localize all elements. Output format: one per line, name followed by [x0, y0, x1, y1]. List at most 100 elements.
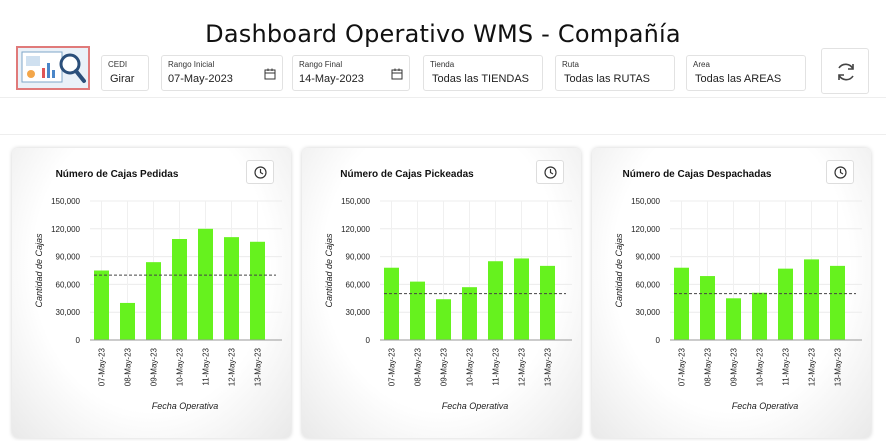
tienda-value: Todas las TIENDAS	[432, 73, 530, 85]
bar	[540, 265, 555, 340]
plot-area	[90, 200, 282, 341]
y-axis-title: Cantidad de Cajas	[614, 233, 624, 308]
ruta-label: Ruta	[562, 60, 579, 69]
y-tick-label: 0	[366, 336, 371, 345]
bar	[198, 228, 213, 340]
filter-band	[0, 97, 886, 135]
plot-area	[380, 200, 572, 341]
rango-final-value: 14-May-2023	[299, 73, 364, 85]
x-tick-label: 12-May-23	[228, 347, 237, 386]
area-label: Area	[693, 60, 710, 69]
plot-area	[670, 200, 862, 341]
y-tick-label: 60,000	[346, 280, 371, 289]
x-tick-label: 07-May-23	[98, 347, 107, 386]
y-tick-label: 150,000	[341, 197, 370, 206]
bar	[250, 241, 265, 340]
x-tick-label: 11-May-23	[782, 347, 791, 385]
x-tick-label: 08-May-23	[704, 347, 713, 386]
bar	[120, 302, 135, 340]
x-tick-label: 13-May-23	[544, 347, 553, 386]
x-tick-label: 12-May-23	[518, 347, 527, 386]
area-select[interactable]: Area Todas las AREAS	[686, 55, 806, 91]
ruta-value: Todas las RUTAS	[564, 73, 650, 85]
y-tick-label: 150,000	[631, 197, 660, 206]
y-tick-label: 150,000	[51, 197, 80, 206]
bar	[830, 265, 845, 340]
cedi-value: Girar	[110, 73, 135, 85]
bar	[94, 270, 109, 340]
bar	[804, 259, 819, 340]
bar	[726, 298, 741, 340]
analytics-magnifier-icon	[16, 46, 90, 90]
chart-panel-pickeadas: Número de Cajas Pickeadas 0 30,000 60,000 9…	[302, 148, 581, 438]
bar	[778, 268, 793, 340]
bar	[752, 292, 767, 340]
x-tick-label: 09-May-23	[730, 347, 739, 386]
x-tick-label: 10-May-23	[176, 347, 185, 386]
x-axis-title: Fecha Operativa	[732, 401, 799, 411]
page-title: Dashboard Operativo WMS - Compañía	[205, 20, 681, 48]
tienda-label: Tienda	[430, 60, 455, 69]
bar	[488, 261, 503, 340]
x-tick-label: 13-May-23	[254, 347, 263, 386]
bar	[674, 267, 689, 340]
calendar-icon[interactable]	[391, 68, 403, 80]
y-tick-label: 90,000	[636, 253, 661, 262]
bar	[146, 262, 161, 340]
y-tick-label: 60,000	[56, 280, 81, 289]
bar	[462, 287, 477, 340]
chart-panel-despachadas: Número de Cajas Despachadas 0 30,000 60,00…	[592, 148, 871, 438]
x-tick-label: 09-May-23	[150, 347, 159, 386]
y-tick-label: 0	[76, 336, 81, 345]
bar	[436, 299, 451, 340]
y-tick-label: 0	[656, 336, 661, 345]
bar	[172, 238, 187, 340]
x-tick-label: 08-May-23	[414, 347, 423, 386]
chart-panel-pedidas: Número de Cajas Pedidas 0 30,000 60,000 90,…	[12, 148, 291, 438]
refresh-icon	[838, 63, 854, 81]
refresh-button[interactable]	[821, 48, 869, 94]
bar-chart: 0 30,000 60,000 90,000 120,000 150,000 07-May-…	[614, 197, 862, 411]
rango-final-field[interactable]: Rango Final 14-May-2023	[292, 55, 410, 91]
y-tick-label: 120,000	[631, 225, 660, 234]
y-axis-title: Cantidad de Cajas	[34, 233, 44, 308]
y-axis-title: Cantidad de Cajas	[324, 233, 334, 308]
rango-inicial-label: Rango Inicial	[168, 60, 215, 69]
cedi-select[interactable]: CEDI Girar	[101, 55, 149, 91]
cedi-label: CEDI	[108, 60, 128, 69]
y-tick-label: 120,000	[51, 225, 80, 234]
rango-final-label: Rango Final	[299, 60, 343, 69]
x-tick-label: 10-May-23	[466, 347, 475, 386]
x-tick-label: 08-May-23	[124, 347, 133, 386]
x-tick-label: 09-May-23	[440, 347, 449, 386]
x-tick-label: 11-May-23	[492, 347, 501, 385]
x-tick-label: 13-May-23	[834, 347, 843, 386]
x-axis-title: Fecha Operativa	[152, 401, 219, 411]
rango-inicial-field[interactable]: Rango Inicial 07-May-2023	[161, 55, 283, 91]
bar	[514, 258, 529, 340]
bar	[700, 276, 715, 340]
x-tick-label: 07-May-23	[678, 347, 687, 386]
y-tick-label: 120,000	[341, 225, 370, 234]
bar	[224, 237, 239, 340]
ruta-select[interactable]: Ruta Todas las RUTAS	[555, 55, 675, 91]
calendar-icon[interactable]	[264, 68, 276, 80]
y-tick-label: 30,000	[636, 308, 661, 317]
x-tick-label: 07-May-23	[388, 347, 397, 386]
y-tick-label: 90,000	[346, 253, 371, 262]
x-axis-title: Fecha Operativa	[442, 401, 509, 411]
bar	[410, 281, 425, 340]
bar-chart: 0 30,000 60,000 90,000 120,000 150,000 07-May-…	[324, 197, 572, 411]
y-tick-label: 90,000	[56, 253, 81, 262]
y-tick-label: 60,000	[636, 280, 661, 289]
rango-inicial-value: 07-May-2023	[168, 73, 233, 85]
y-tick-label: 30,000	[56, 308, 81, 317]
x-tick-label: 12-May-23	[808, 347, 817, 386]
x-tick-label: 10-May-23	[756, 347, 765, 386]
tienda-select[interactable]: Tienda Todas las TIENDAS	[423, 55, 543, 91]
area-value: Todas las AREAS	[695, 73, 782, 85]
x-tick-label: 11-May-23	[202, 347, 211, 385]
y-tick-label: 30,000	[346, 308, 371, 317]
bar	[384, 267, 399, 340]
bar-chart: 0 30,000 60,000 90,000 120,000 150,000 07-May-…	[34, 197, 282, 411]
